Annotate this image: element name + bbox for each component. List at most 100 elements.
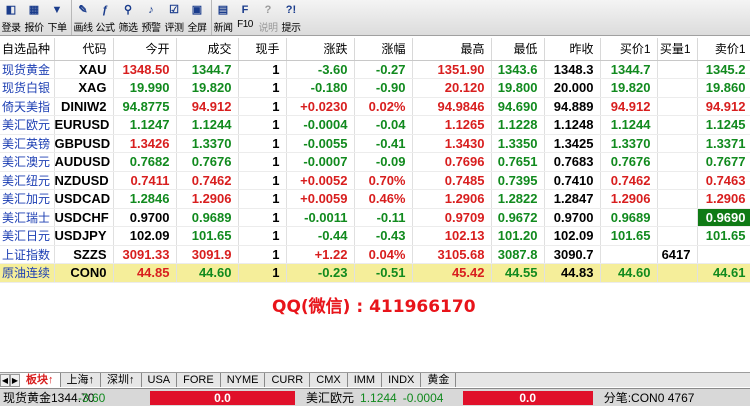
filter-icon: ⚲ [123,4,133,16]
tab-scroll-right-icon[interactable]: ▶ [10,373,20,387]
hint-icon: ?! [285,4,297,16]
column-header[interactable]: 代码 [54,38,114,61]
status-box-left: 0.0 [150,390,295,405]
tab-market[interactable]: 上海↑ [61,373,101,387]
tab-market[interactable]: IMM [348,373,383,387]
column-header[interactable]: 涨幅 [354,38,413,61]
column-header[interactable]: 自选品种 [0,38,55,61]
cell-ask: 1.2906 [697,189,750,209]
tab-market[interactable]: FORE [177,373,221,387]
cell-prev: 3090.7 [544,245,601,264]
toolbar-quote-button[interactable]: ▦ 报价 [23,0,45,35]
tab-market[interactable]: CURR [265,373,311,387]
test-icon: ☑ [169,4,179,16]
cell-last: 101.65 [176,226,239,246]
cell-low: 0.9672 [491,208,545,227]
table-row[interactable]: 现货黄金 XAU 1348.50 1344.7 1 -3.60 -0.27 1351.90 13… [0,60,750,79]
toolbar-hint-button[interactable]: ?! 提示 [280,0,302,35]
toolbar-formula-button[interactable]: ƒ 公式 [94,0,116,35]
formula-icon: ƒ [101,4,109,16]
toolbar-order-button[interactable]: ▼ 下单 [46,0,68,35]
cell-prev: 1.1248 [544,115,601,135]
table-row[interactable]: 美汇英镑 GBPUSD 1.3426 1.3370 1 -0.0055 -0.41 1.343… [0,134,750,153]
table-row[interactable]: 现货白银 XAG 19.990 19.820 1 -0.180 -0.90 20.120 19.… [0,78,750,98]
toolbar-label: 下单 [47,23,68,34]
cell-low: 44.55 [491,263,545,283]
cell-bidvol [657,226,698,246]
table-row[interactable]: 美汇日元 USDJPY 102.09 101.65 1 -0.44 -0.43 102.13 1… [0,226,750,246]
table-row[interactable]: 美汇加元 USDCAD 1.2846 1.2906 1 +0.0059 0.46% 1.290… [0,189,750,209]
column-header[interactable]: 现手 [238,38,287,61]
cell-last: 44.60 [176,263,239,283]
cell-pct: -0.51 [354,263,413,283]
toolbar-alert-button[interactable]: ♪ 预警 [140,0,162,35]
column-header[interactable]: 最高 [412,38,492,61]
cell-name: 倚天美指 [0,97,55,116]
tab-scroll-left-icon[interactable]: ◀ [0,373,10,387]
cell-open: 102.09 [113,226,177,246]
cell-bid: 1344.7 [600,60,658,79]
toolbar-label: 提示 [281,23,302,34]
cell-bid: 0.9689 [600,208,658,227]
status-box-right: 0.0 [462,390,593,405]
table-row[interactable]: 原油连续 CON0 44.85 44.60 1 -0.23 -0.51 45.42 44.55 4… [0,263,750,283]
cell-bidvol [657,208,698,227]
status-bar: 现货黄金1344.70 -3.60 0.0 美汇欧元 1.1244 -0.000… [0,388,750,406]
toolbar-label: 说明 [258,23,279,34]
table-header: 自选品种 代码 今开 成交 现手 涨跌 涨幅 最高 最低 昨收 买价1 买量1 卖价1 [0,38,750,61]
column-header[interactable]: 卖价1 [697,38,750,61]
column-header[interactable]: 买量1 [657,38,698,61]
table-row[interactable]: 倚天美指 DINIW2 94.8775 94.912 1 +0.0230 0.02% 94.9… [0,97,750,116]
cell-last: 1344.7 [176,60,239,79]
cell-prev: 1.3425 [544,134,601,153]
tab-market[interactable]: 黄金 [421,373,457,387]
status-tick-info: 分笔:CON0 4767 [603,390,695,405]
toolbar-filter-button[interactable]: ⚲ 筛选 [117,0,139,35]
toolbar-fullscreen-button[interactable]: ▣ 全屏 [186,0,208,35]
cell-vol: 1 [238,78,287,98]
cell-code: CON0 [54,263,114,283]
cell-last: 0.7462 [176,171,239,190]
toolbar-label: 预警 [141,23,162,34]
cell-open: 1348.50 [113,60,177,79]
cell-high: 94.9846 [412,97,492,116]
toolbar-login-button[interactable]: ◧ 登录 [0,0,22,35]
table-row[interactable]: 美汇瑞士 USDCHF 0.9700 0.9689 1 -0.0011 -0.11 0.970… [0,208,750,227]
table-row[interactable]: 美汇纽元 NZDUSD 0.7411 0.7462 1 +0.0052 0.70% 0.748… [0,171,750,190]
column-header[interactable]: 涨跌 [286,38,355,61]
cell-prev: 1.2847 [544,189,601,209]
toolbar-news-button[interactable]: ▤ 新闻 [211,0,233,35]
table-row[interactable]: 美汇欧元 EURUSD 1.1247 1.1244 1 -0.0004 -0.04 1.126… [0,115,750,135]
cell-code: EURUSD [54,115,114,135]
tab-market[interactable]: CMX [310,373,348,387]
cell-name: 美汇英镑 [0,134,55,153]
cell-pct: -0.04 [354,115,413,135]
table-row[interactable]: 美汇澳元 AUDUSD 0.7682 0.7676 1 -0.0007 -0.09 0.769… [0,152,750,172]
toolbar-test-button[interactable]: ☑ 评测 [163,0,185,35]
tab-market[interactable]: 深圳↑ [101,373,142,387]
column-header[interactable]: 今开 [113,38,177,61]
tab-market[interactable]: NYME [221,373,266,387]
cell-pct: -0.11 [354,208,413,227]
toolbar-draw-button[interactable]: ✎ 画线 [71,0,93,35]
cell-last: 3091.9 [176,245,239,264]
cell-bid: 1.2906 [600,189,658,209]
cell-vol: 1 [238,60,287,79]
cell-low: 1.1228 [491,115,545,135]
column-header[interactable]: 买价1 [600,38,658,61]
tab-market[interactable]: INDX [382,373,422,387]
column-header[interactable]: 成交 [176,38,239,61]
cell-chg: -0.0011 [286,208,355,227]
tab-market[interactable]: 板块↑ [20,373,61,387]
cell-code: AUDUSD [54,152,114,172]
cell-pct: 0.02% [354,97,413,116]
status-gold-change: -3.60 [78,390,106,405]
column-header[interactable]: 昨收 [544,38,601,61]
cell-vol: 1 [238,97,287,116]
table-row[interactable]: 上证指数 SZZS 3091.33 3091.9 1 +1.22 0.04% 3105.68 3… [0,245,750,264]
toolbar-f10-button[interactable]: F F10 [234,0,256,35]
column-header[interactable]: 最低 [491,38,545,61]
tab-market[interactable]: USA [142,373,178,387]
cell-ask: 1.3371 [697,134,750,153]
toolbar-help-button[interactable]: ? 说明 [257,0,279,35]
